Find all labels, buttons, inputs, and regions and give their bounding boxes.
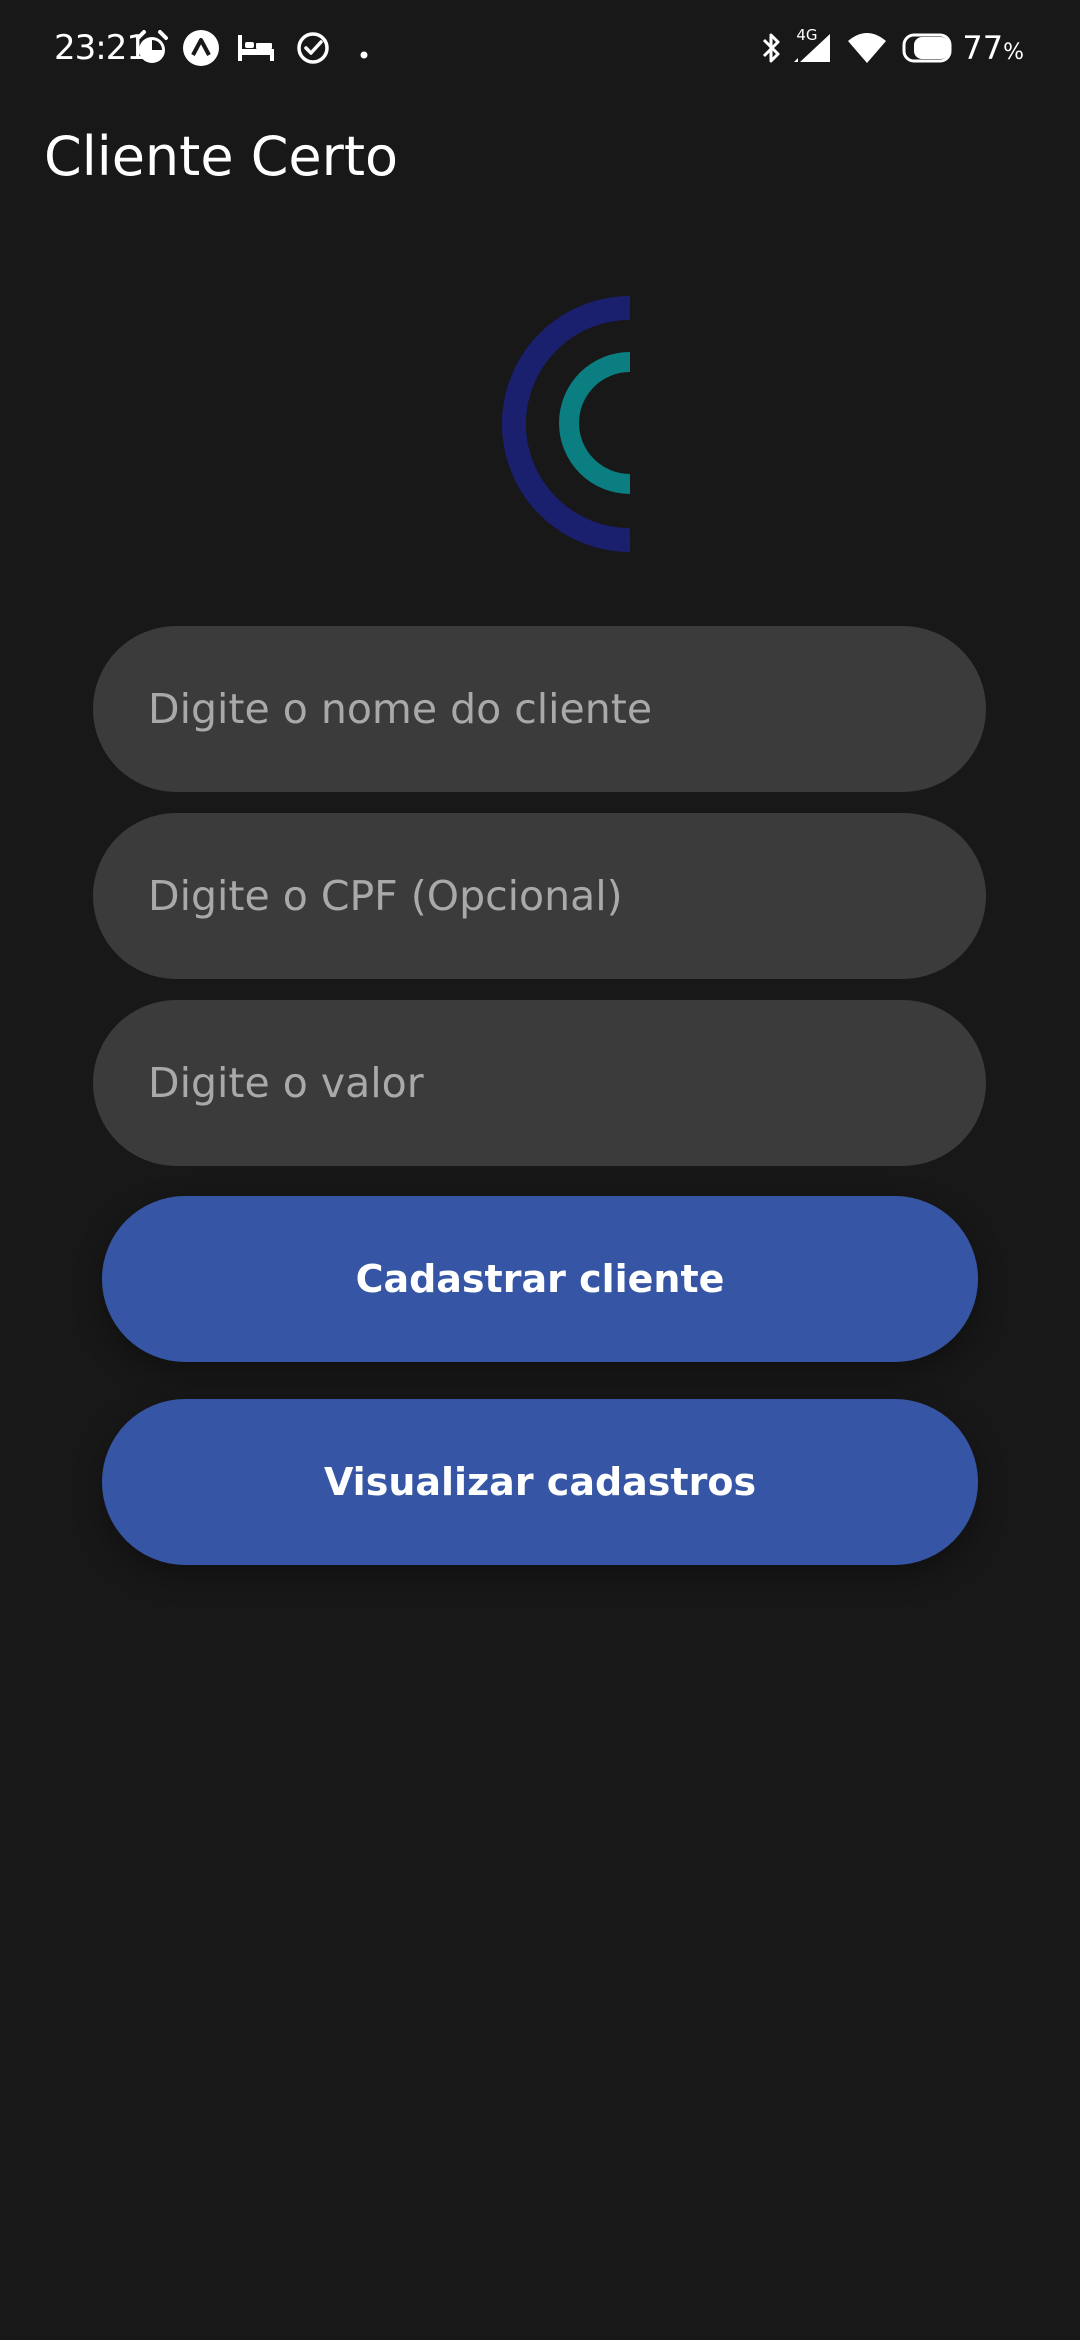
bed-icon	[236, 33, 276, 63]
notification-icons	[134, 28, 368, 68]
alarm-icon	[134, 28, 170, 68]
register-client-button[interactable]: Cadastrar cliente	[102, 1196, 978, 1362]
wifi-icon	[846, 31, 888, 65]
bluetooth-icon	[760, 30, 784, 66]
system-icons: 4G 77%	[760, 24, 1024, 72]
app-logo	[448, 296, 638, 552]
status-bar: 23:21 4G 77%	[0, 0, 1080, 96]
signal-icon: 4G	[792, 26, 834, 68]
app-notification-icon	[182, 29, 220, 67]
view-registrations-button[interactable]: Visualizar cadastros	[102, 1399, 978, 1565]
app-screen: 23:21 4G 77% Cliente Certo Digite o nome…	[0, 0, 1080, 2340]
battery-percent-unit: %	[1003, 40, 1024, 65]
battery-percent-value: 77	[962, 29, 1004, 67]
dot-icon	[360, 44, 368, 59]
battery-icon	[902, 33, 954, 63]
cpf-input[interactable]	[93, 813, 986, 979]
value-input[interactable]	[93, 1000, 986, 1166]
battery-percent: 77%	[962, 29, 1024, 67]
client-name-input[interactable]	[93, 626, 986, 792]
app-title: Cliente Certo	[44, 125, 399, 188]
check-circle-icon	[296, 31, 330, 65]
